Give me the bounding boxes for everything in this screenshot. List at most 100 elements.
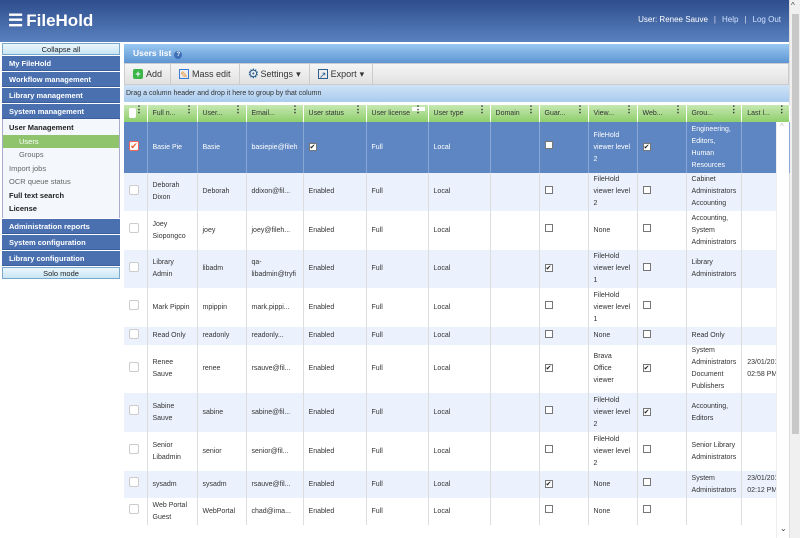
sidebar-item-user-management[interactable]: User Management	[3, 121, 119, 135]
table-row[interactable]: sysadm sysadm rsauve@fil... Enabled Full Loca…	[124, 471, 791, 498]
guest-cell	[539, 211, 589, 250]
column-menu-icon[interactable]: ⋮	[478, 105, 487, 114]
table-row[interactable]: Library Admin libadm qa-libadmin@tryfi Enab…	[124, 250, 791, 288]
sidebar-item-ocr-queue-status[interactable]: OCR queue status	[3, 175, 119, 189]
row-select-cell[interactable]	[124, 498, 148, 525]
scroll-thumb[interactable]	[792, 14, 799, 434]
row-checkbox[interactable]	[129, 444, 139, 454]
column-menu-icon[interactable]: ⋮	[234, 105, 243, 114]
scroll-up-icon[interactable]: ^	[780, 122, 784, 131]
table-row[interactable]: ✔ Basie Pie Basie basiepie@fileh ✔ Full Local F…	[124, 122, 791, 173]
row-select-cell[interactable]	[124, 345, 148, 393]
row-checkbox[interactable]	[129, 405, 139, 415]
row-checkbox[interactable]	[129, 223, 139, 233]
table-row[interactable]: Deborah Dixon Deborah ddixon@fil... Enabled…	[124, 173, 791, 211]
sidebar-section-system-management[interactable]: System management	[2, 104, 120, 119]
row-checkbox[interactable]	[129, 261, 139, 272]
column-menu-icon[interactable]: ⋮	[777, 105, 786, 114]
row-select-cell[interactable]	[124, 393, 148, 432]
group-by-panel[interactable]: Drag a column header and drop it here to…	[124, 85, 789, 102]
sidebar-item-groups[interactable]: Groups	[3, 148, 119, 162]
row-select-cell[interactable]	[124, 211, 148, 250]
table-row[interactable]: Senior Libadmin senior senior@fil... Enable…	[124, 432, 791, 471]
column-header-web[interactable]: Web... ⋮	[637, 105, 687, 122]
row-select-cell[interactable]	[124, 327, 148, 345]
export-button[interactable]: ↗ Export ▾	[310, 64, 374, 84]
sidebar-item-import-jobs[interactable]: Import jobs	[3, 162, 119, 176]
sidebar-item-full-text-search[interactable]: Full text search	[3, 189, 119, 203]
column-header-domain[interactable]: Domain ⋮	[490, 105, 540, 122]
column-header-full-n[interactable]: Full n... ⋮	[147, 105, 198, 122]
user-status-cell: Enabled	[303, 498, 367, 525]
settings-button[interactable]: ⚙ Settings ▾	[240, 64, 310, 84]
solo-mode-button[interactable]: Solo mode	[2, 266, 120, 279]
column-header-user-type[interactable]: User type ⋮	[428, 105, 491, 122]
username-cell: readonly	[197, 327, 247, 345]
row-checkbox[interactable]: ✔	[129, 141, 139, 151]
sidebar-section-library-configuration[interactable]: Library configuration	[2, 250, 120, 266]
column-menu-icon[interactable]: ⋮	[576, 105, 585, 114]
viewer-cell: FileHold viewer level 1	[588, 250, 638, 288]
logout-link[interactable]: Log Out	[753, 15, 781, 24]
column-menu-icon[interactable]: ⋮	[185, 105, 194, 114]
users-grid: ⋮ Full n... ⋮ User... ⋮ Email... ⋮ User status ⋮…	[124, 105, 791, 525]
column-menu-icon[interactable]: ⋮	[625, 105, 634, 114]
column-header-guar[interactable]: Guar... ⋮	[539, 105, 589, 122]
column-menu-icon[interactable]: ⋮	[674, 105, 683, 114]
column-header-user[interactable]: User... ⋮	[197, 105, 247, 122]
column-header-view[interactable]: View... ⋮	[588, 105, 638, 122]
row-checkbox[interactable]	[129, 328, 139, 339]
row-checkbox[interactable]	[129, 184, 139, 195]
row-select-cell[interactable]	[124, 288, 148, 327]
sidebar-item-license[interactable]: License	[3, 202, 119, 216]
sidebar-section-administration-reports[interactable]: Administration reports	[2, 218, 120, 234]
guest-checkbox	[544, 329, 553, 338]
sidebar-section-my-filehold[interactable]: My FileHold	[2, 56, 120, 71]
scroll-down-icon[interactable]: ⌄	[780, 524, 787, 533]
column-header-user-status[interactable]: User status ⋮	[303, 105, 367, 122]
row-select-cell[interactable]	[124, 432, 148, 471]
sidebar-section-workflow-management[interactable]: Workflow management	[2, 72, 120, 87]
column-menu-icon[interactable]: ⋮	[411, 105, 425, 114]
grid-scrollbar[interactable]: ^ ⌄	[776, 122, 789, 538]
row-checkbox[interactable]	[129, 300, 139, 310]
row-checkbox[interactable]	[129, 361, 139, 372]
column-header-email[interactable]: Email... ⋮	[246, 105, 304, 122]
column-menu-icon[interactable]: ⋮	[291, 105, 300, 114]
mass-edit-button[interactable]: ✎ Mass edit	[171, 64, 240, 84]
column-menu-icon[interactable]: ⋮	[527, 105, 536, 114]
add-button[interactable]: + Add	[125, 64, 172, 84]
table-row[interactable]: Sabine Sauve sabine sabine@fil... Enabled Fu…	[124, 393, 791, 432]
select-all-header[interactable]: ⋮	[124, 105, 148, 122]
row-select-cell[interactable]	[124, 250, 148, 288]
column-menu-icon[interactable]: ⋮	[354, 105, 363, 114]
web-cell	[637, 288, 687, 327]
sidebar-section-library-management[interactable]: Library management	[2, 88, 120, 103]
page-scrollbar[interactable]: ^	[789, 0, 800, 538]
column-header-last-l[interactable]: Last l... ⋮	[741, 105, 791, 122]
sidebar-item-users[interactable]: Users	[3, 134, 119, 148]
table-row[interactable]: Joey Siopongco joey joey@fileh... Enabled Fu…	[124, 211, 791, 250]
row-select-cell[interactable]: ✔	[124, 122, 148, 173]
filehold-logo[interactable]: ☰ FileHold	[8, 11, 93, 31]
collapse-all-button[interactable]: Collapse all	[2, 43, 120, 55]
sidebar-section-system-configuration[interactable]: System configuration	[2, 234, 120, 250]
help-link[interactable]: Help	[722, 15, 738, 24]
scroll-up-icon[interactable]: ^	[791, 1, 795, 10]
column-header-grou[interactable]: Grou... ⋮	[686, 105, 743, 122]
column-header-user-license[interactable]: User license ⋮	[366, 105, 429, 122]
table-row[interactable]: Renee Sauve renee rsauve@fil... Enabled Full…	[124, 345, 791, 393]
row-checkbox[interactable]	[129, 477, 139, 487]
table-row[interactable]: Read Only readonly readonly... Enabled Full L…	[124, 327, 791, 345]
guest-cell	[539, 122, 589, 173]
email-cell: rsauve@fil...	[246, 471, 304, 498]
column-menu-icon[interactable]: ⋮	[135, 105, 144, 114]
row-select-cell[interactable]	[124, 173, 148, 211]
table-row[interactable]: Mark Pippin mpippin mark.pippi... Enabled Fu…	[124, 288, 791, 327]
row-select-cell[interactable]	[124, 471, 148, 498]
column-menu-icon[interactable]: ⋮	[729, 105, 738, 114]
help-icon[interactable]: ?	[174, 51, 183, 59]
row-checkbox[interactable]	[129, 504, 139, 514]
web-checkbox	[642, 445, 651, 453]
table-row[interactable]: Web Portal Guest WebPortal chad@ima... Enab…	[124, 498, 791, 525]
